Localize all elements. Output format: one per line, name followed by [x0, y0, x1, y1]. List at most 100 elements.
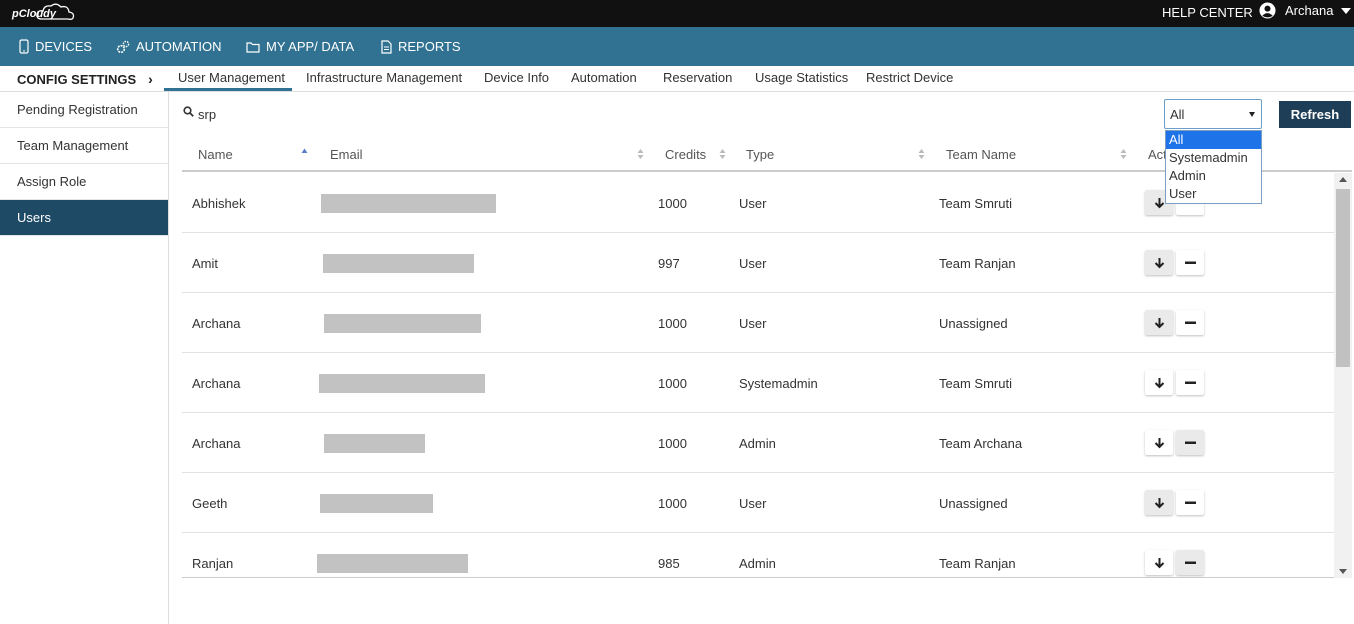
cell-name: Archana	[192, 375, 241, 391]
config-settings-toggle[interactable]: CONFIG SETTINGS ›	[17, 71, 153, 87]
header-credits[interactable]: Credits	[665, 147, 706, 162]
remove-button[interactable]	[1176, 550, 1204, 575]
scroll-thumb[interactable]	[1336, 189, 1350, 367]
config-settings-label: CONFIG SETTINGS	[17, 71, 137, 87]
sidebar-item-pending-registration[interactable]: Pending Registration	[0, 92, 168, 128]
cell-credits: 1000	[658, 495, 687, 511]
remove-button[interactable]	[1176, 310, 1204, 335]
sort-icon[interactable]	[918, 147, 925, 161]
option-all[interactable]: All	[1166, 131, 1261, 149]
cell-team: Team Smruti	[939, 375, 1012, 391]
cell-name: Amit	[192, 255, 218, 271]
search-input[interactable]	[198, 104, 498, 124]
nav-automation[interactable]: AUTOMATION	[116, 27, 221, 66]
arrow-down-icon	[1154, 317, 1164, 328]
scroll-down-icon[interactable]	[1339, 569, 1347, 574]
tab-reservation[interactable]: Reservation	[663, 70, 732, 85]
remove-button[interactable]	[1176, 490, 1204, 515]
table-row: Archana 1000 Admin Team Archana	[182, 413, 1334, 473]
email-redacted	[320, 494, 433, 513]
tab-device-info[interactable]: Device Info	[484, 70, 549, 85]
nav-devices[interactable]: DEVICES	[19, 27, 92, 66]
user-type-select[interactable]: All	[1164, 99, 1262, 129]
search-icon	[183, 106, 194, 117]
download-button[interactable]	[1145, 250, 1173, 275]
arrow-down-icon	[1154, 377, 1164, 388]
remove-button[interactable]	[1176, 370, 1204, 395]
gears-icon	[116, 40, 130, 53]
remove-button[interactable]	[1176, 430, 1204, 455]
tab-automation[interactable]: Automation	[571, 70, 637, 85]
document-icon	[381, 39, 392, 54]
tab-infrastructure-management[interactable]: Infrastructure Management	[306, 70, 462, 85]
download-button[interactable]	[1145, 490, 1173, 515]
user-menu[interactable]: Archana	[1259, 2, 1352, 19]
option-user[interactable]: User	[1166, 185, 1261, 203]
user-avatar-icon	[1259, 2, 1276, 19]
cell-type: User	[739, 255, 767, 271]
minus-icon	[1184, 381, 1196, 384]
arrow-down-icon	[1154, 437, 1164, 448]
nav-my-app-data[interactable]: MY APP/ DATA	[246, 27, 354, 66]
tab-user-management[interactable]: User Management	[178, 70, 285, 85]
nav-devices-label: DEVICES	[35, 39, 93, 54]
sidebar-item-users[interactable]: Users	[0, 200, 168, 236]
arrow-down-icon	[1154, 497, 1164, 508]
sort-icon[interactable]	[1120, 147, 1127, 161]
sidebar-item-assign-role[interactable]: Assign Role	[0, 164, 168, 200]
arrow-down-icon	[1154, 257, 1164, 268]
download-button[interactable]	[1145, 550, 1173, 575]
cell-team: Team Ranjan	[939, 255, 1016, 271]
header-team-name[interactable]: Team Name	[946, 147, 1016, 162]
option-systemadmin[interactable]: Systemadmin	[1166, 149, 1261, 167]
cell-type: User	[739, 195, 767, 211]
cell-credits: 997	[658, 255, 680, 271]
minus-icon	[1184, 321, 1196, 324]
sort-asc-icon[interactable]	[301, 147, 308, 161]
cell-type: Admin	[739, 555, 776, 571]
minus-icon	[1184, 561, 1196, 564]
nav-reports[interactable]: REPORTS	[381, 27, 461, 66]
help-center-link[interactable]: HELP CENTER	[1162, 5, 1253, 20]
logo-text: pCloudy	[12, 7, 56, 20]
sidebar-item-team-management[interactable]: Team Management	[0, 128, 168, 164]
cell-credits: 1000	[658, 435, 687, 451]
minus-icon	[1184, 441, 1196, 444]
minus-icon	[1184, 261, 1196, 264]
email-redacted	[324, 434, 425, 453]
header-type[interactable]: Type	[746, 147, 774, 162]
cell-team: Team Archana	[939, 435, 1023, 451]
chevron-down-icon	[1341, 7, 1352, 14]
email-redacted	[317, 554, 468, 573]
email-redacted	[323, 254, 474, 273]
download-button[interactable]	[1145, 430, 1173, 455]
option-admin[interactable]: Admin	[1166, 167, 1261, 185]
table-row: Abhishek 1000 User Team Smruti	[182, 173, 1334, 233]
sort-icon[interactable]	[637, 147, 644, 161]
cell-credits: 985	[658, 555, 680, 571]
tab-usage-statistics[interactable]: Usage Statistics	[755, 70, 848, 85]
user-type-options: All Systemadmin Admin User	[1165, 130, 1262, 204]
minus-icon	[1184, 501, 1196, 504]
cell-name: Geeth	[192, 495, 228, 511]
phone-icon	[19, 39, 29, 54]
refresh-button[interactable]: Refresh	[1279, 101, 1351, 128]
nav-reports-label: REPORTS	[398, 39, 461, 54]
sidebar: Pending Registration Team Management Ass…	[0, 92, 169, 624]
tab-restrict-device[interactable]: Restrict Device	[866, 70, 953, 85]
config-subnav: CONFIG SETTINGS › User Management Infras…	[0, 66, 1354, 92]
header-email[interactable]: Email	[330, 147, 363, 162]
nav-automation-label: AUTOMATION	[136, 39, 222, 54]
sort-icon[interactable]	[719, 147, 726, 161]
pcloudy-logo[interactable]: pCloudy	[12, 3, 75, 24]
remove-button[interactable]	[1176, 250, 1204, 275]
users-table-body: Abhishek 1000 User Team Smruti Amit 997 …	[182, 173, 1334, 578]
download-button[interactable]	[1145, 370, 1173, 395]
scroll-up-icon[interactable]	[1339, 177, 1347, 182]
table-scrollbar[interactable]	[1334, 173, 1352, 578]
download-button[interactable]	[1145, 310, 1173, 335]
top-bar: pCloudy HELP CENTER Archana	[0, 0, 1354, 27]
table-row: Ranjan 985 Admin Team Ranjan	[182, 533, 1334, 577]
cell-team: Team Ranjan	[939, 555, 1016, 571]
header-name[interactable]: Name	[198, 147, 233, 162]
